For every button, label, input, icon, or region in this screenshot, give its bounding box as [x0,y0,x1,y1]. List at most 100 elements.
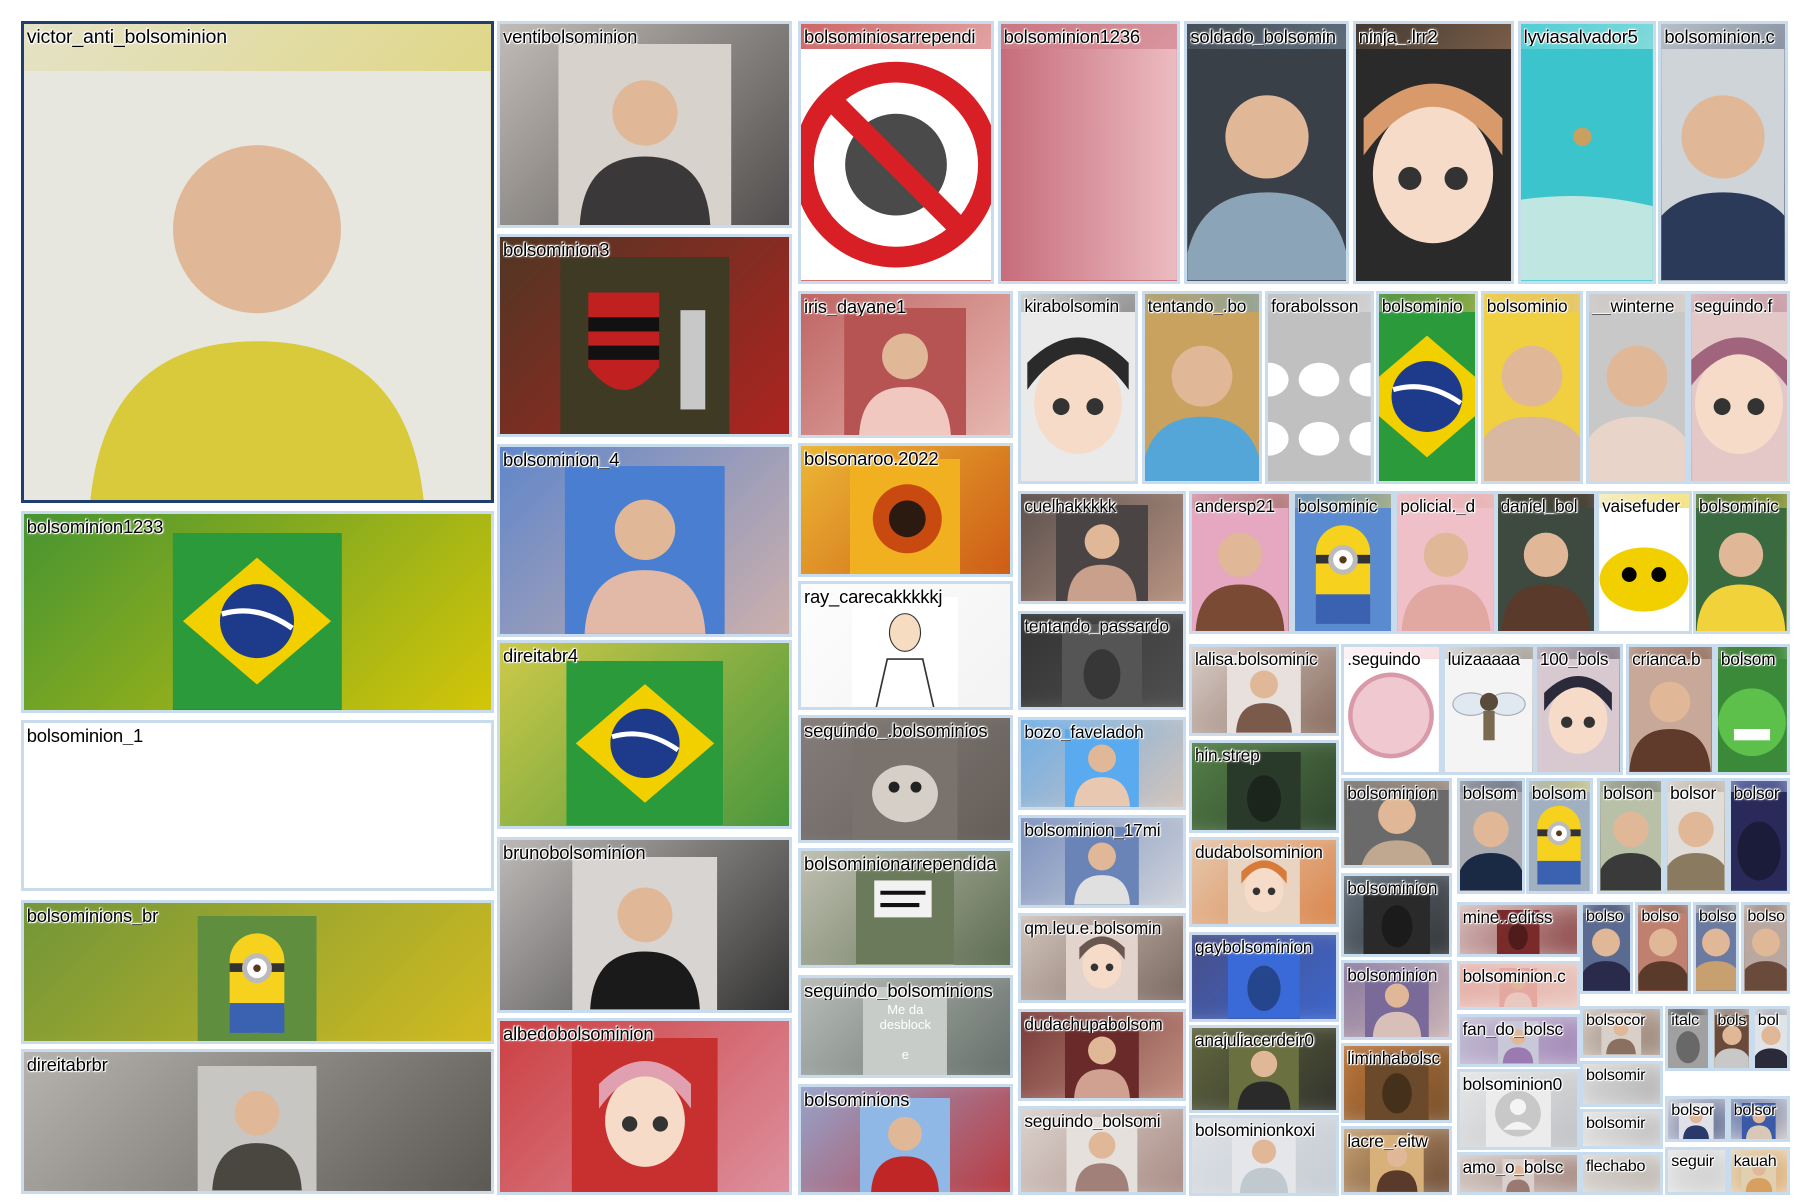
username-label: vaisefuder [1602,497,1680,516]
profile-tile[interactable]: bolsominiosarrependi [798,20,995,284]
profile-tile[interactable]: policial._d [1394,491,1497,635]
profile-tile[interactable]: seguindo.f [1688,290,1790,485]
profile-tile[interactable]: bolsor [1665,1095,1728,1142]
profile-tile[interactable]: bolsor [1727,1095,1790,1142]
profile-tile[interactable]: bolsominion_17mi [1018,815,1186,908]
profile-tile[interactable]: bolsor [1727,778,1790,894]
profile-tile[interactable]: bolsominion0 [1456,1069,1580,1150]
profile-tile[interactable]: kirabolsomin [1018,290,1139,485]
profile-tile[interactable]: bolsominio [1375,290,1479,485]
profile-tile[interactable]: bols [1711,1005,1752,1072]
profile-tile[interactable]: .seguindo [1341,643,1442,775]
profile-tile[interactable]: ninja_.lrr2 [1352,20,1515,284]
profile-tile[interactable]: bolsonaroo.2022 [798,442,1013,577]
profile-tile[interactable]: lalisa.bolsominic [1189,643,1339,736]
profile-tile[interactable]: bolsominion [1341,959,1452,1041]
profile-tile[interactable]: mine..editss [1456,901,1580,958]
profile-tile[interactable]: bolsominionarrependida [798,847,1013,968]
profile-tile[interactable]: italc [1665,1005,1712,1072]
profile-tile[interactable]: bolsominic [1291,491,1395,635]
profile-tile[interactable]: dudachupabolsom [1018,1009,1186,1102]
profile-tile[interactable]: liminhabolsc [1341,1042,1452,1124]
profile-tile[interactable]: lacre_.eitw [1341,1125,1452,1195]
username-label: kirabolsomin [1024,296,1119,315]
profile-tile[interactable]: kauah [1727,1147,1790,1195]
profile-tile[interactable]: seguir [1665,1147,1728,1195]
profile-tile[interactable]: 100_bols [1533,643,1623,775]
profile-tile[interactable]: victor_anti_bolsominion [20,20,494,503]
profile-tile[interactable]: __winterne [1585,290,1689,485]
profile-tile[interactable]: bolsominionkoxi [1189,1115,1339,1196]
profile-tile[interactable]: bolsominion_1 [20,719,494,892]
profile-tile[interactable]: bolsominion1233 [20,510,494,713]
profile-tile[interactable]: bol [1751,1005,1790,1072]
profile-tile[interactable]: bolsomir [1579,1109,1663,1149]
profile-tile[interactable]: cuelhakkkkk [1018,491,1186,605]
profile-picture [1744,913,1787,992]
profile-tile[interactable]: lyviasalvador5 [1517,20,1657,284]
profile-tile[interactable]: tentando_passardo [1018,611,1186,711]
profile-tile[interactable]: flechabo [1579,1152,1663,1195]
profile-tile[interactable]: bolsominion [1341,873,1452,958]
profile-tile[interactable]: dudabolsominion [1189,837,1339,928]
profile-tile[interactable]: vaisefuder [1596,491,1692,635]
profile-tile[interactable]: bolsocor [1579,1005,1663,1058]
username-label: bolsom [1531,784,1587,803]
profile-tile[interactable]: forabolsson [1265,290,1374,485]
username-label: gaybolsominion [1195,937,1313,956]
profile-tile[interactable]: iris_dayane1 [798,290,1013,439]
profile-tile[interactable]: bolsom [1456,778,1525,894]
username-label: luizaaaaa [1447,649,1520,668]
username-label: liminhabolsc [1347,1048,1440,1067]
username-label: lyviasalvador5 [1523,26,1638,47]
profile-tile[interactable]: fan_do_bolsc [1456,1013,1580,1067]
profile-tile[interactable]: bolso [1741,901,1790,995]
profile-tile[interactable]: ventibolsominion [497,20,793,229]
profile-tile[interactable]: bolsom [1714,643,1790,775]
profile-tile[interactable]: andersp21 [1189,491,1292,635]
profile-tile[interactable]: bozo_faveladoh [1018,717,1186,810]
profile-tile[interactable]: soldado_bolsomin [1184,20,1350,284]
profile-tile[interactable]: direitabrbr [20,1049,494,1194]
profile-tile[interactable]: bolsominic [1692,491,1790,635]
profile-tile[interactable]: bolsomir [1579,1060,1663,1108]
profile-picture [197,1066,317,1191]
profile-picture [1497,507,1595,632]
username-label: bolsominio [1381,296,1463,315]
profile-tile[interactable]: bolsominion1236 [997,20,1180,284]
profile-tile[interactable]: luizaaaaa [1441,643,1537,775]
profile-tile[interactable]: gaybolsominion [1189,931,1339,1022]
profile-tile[interactable]: albedobolsominion [497,1018,793,1195]
profile-tile[interactable]: bolson [1597,778,1665,894]
profile-tile[interactable]: bolsominion [1341,778,1452,869]
profile-tile[interactable]: bolsominio [1480,290,1584,485]
profile-tile[interactable]: bolsominion3 [497,234,793,438]
profile-tile[interactable]: ray_carecakkkkkj [798,581,1013,711]
profile-tile[interactable]: bolso [1692,901,1740,995]
profile-tile[interactable]: bolsominions [798,1084,1013,1195]
profile-tile[interactable]: tentando_.bo [1141,290,1262,485]
profile-picture [1667,792,1725,891]
username-label: bolsominio [1486,296,1568,315]
profile-tile[interactable]: direitabr4 [497,640,793,830]
profile-tile[interactable]: brunobolsominion [497,837,793,1013]
profile-tile[interactable]: seguindo_bolsomi [1018,1105,1186,1195]
profile-tile[interactable]: bolsom [1525,778,1593,894]
profile-tile[interactable]: bolsominion_4 [497,444,793,637]
profile-tile[interactable]: bolsominion.c [1658,20,1788,284]
username-label: __winterne [1591,296,1675,315]
profile-tile[interactable]: bolso [1579,901,1633,995]
profile-tile[interactable]: bolsor [1664,778,1728,894]
profile-tile[interactable]: bolso [1635,901,1691,995]
profile-tile[interactable]: crianca.b [1626,643,1715,775]
profile-tile[interactable]: hin.strep [1189,740,1339,833]
profile-tile[interactable]: anajuliacerdeir0 [1189,1025,1339,1113]
profile-tile[interactable]: daniel_bol [1494,491,1598,635]
profile-tile[interactable]: bolsominion.c [1456,960,1580,1011]
profile-tile[interactable]: seguindo_.bolsominios [798,715,1013,844]
profile-tile[interactable]: amo_o_bolsc [1456,1152,1580,1195]
profile-tile[interactable]: Me da desblock e seguindo_bolsominions [798,974,1013,1079]
profile-picture [23,71,491,500]
profile-tile[interactable]: qm.leu.e.bolsomin [1018,913,1186,1004]
profile-tile[interactable]: bolsominions_br [20,899,494,1044]
